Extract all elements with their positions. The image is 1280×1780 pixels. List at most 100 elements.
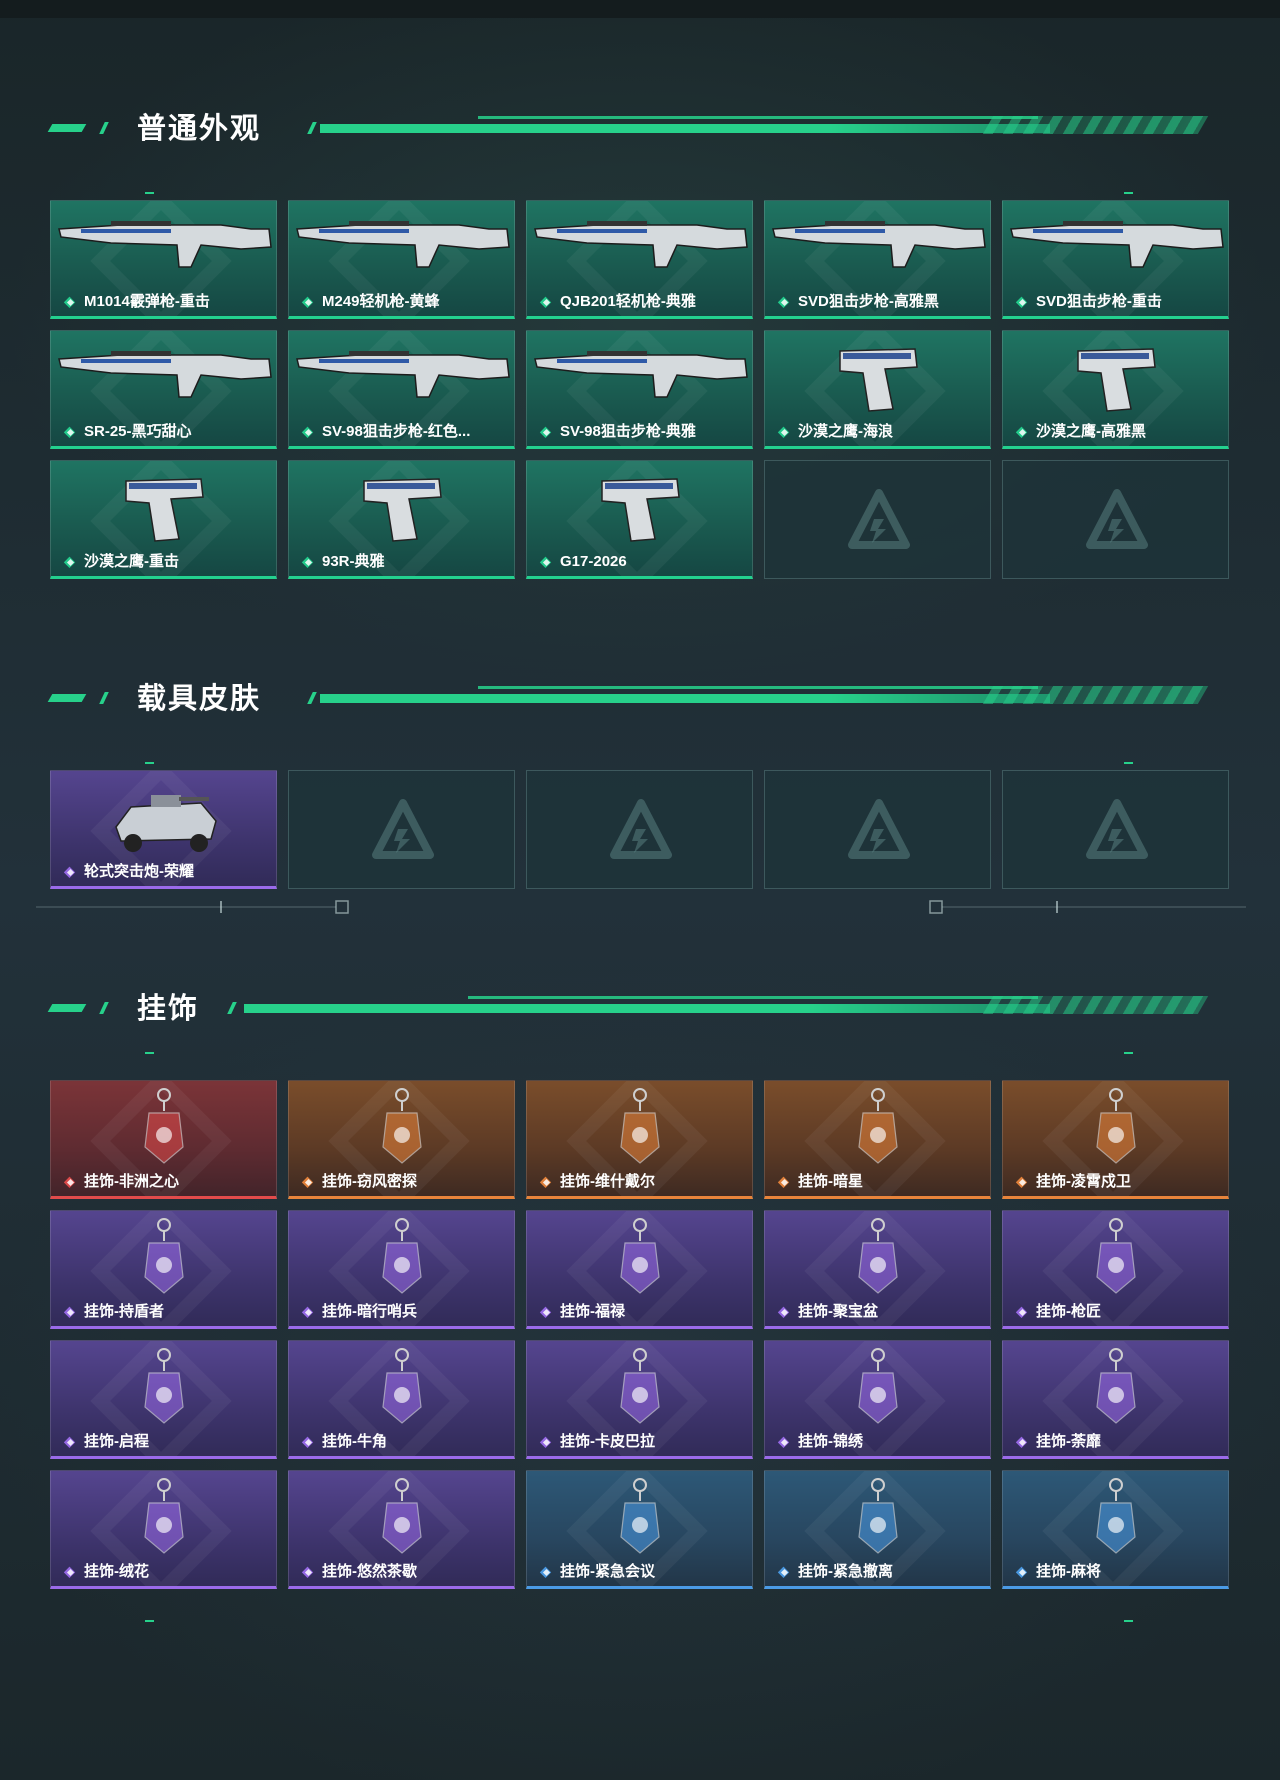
rarity-diamond-icon bbox=[539, 1173, 557, 1191]
item-card[interactable]: 沙漠之鹰-高雅黑 bbox=[1002, 330, 1229, 449]
item-card[interactable]: 挂饰-悠然茶歇 bbox=[288, 1470, 515, 1589]
section-title: 挂饰 bbox=[137, 993, 200, 1025]
item-label: SR-25-黑巧甜心 bbox=[63, 423, 192, 441]
header-slash bbox=[307, 122, 317, 134]
rarity-diamond-icon bbox=[777, 1173, 795, 1191]
item-label: 挂饰-维什戴尔 bbox=[539, 1173, 655, 1191]
item-name: 挂饰-绒花 bbox=[84, 1563, 149, 1580]
rarity-diamond-icon bbox=[63, 1303, 81, 1321]
item-label: 挂饰-悠然茶歇 bbox=[301, 1563, 417, 1581]
item-label: 挂饰-牛角 bbox=[301, 1433, 387, 1451]
item-name: M249轻机枪-黄蜂 bbox=[322, 293, 440, 310]
empty-slot bbox=[1002, 770, 1229, 889]
item-label: 挂饰-凌霄戍卫 bbox=[1015, 1173, 1131, 1191]
item-name: 挂饰-聚宝盆 bbox=[798, 1303, 878, 1320]
item-label: 挂饰-绒花 bbox=[63, 1563, 149, 1581]
item-card[interactable]: QJB201轻机枪-典雅 bbox=[526, 200, 753, 319]
header-line bbox=[244, 1004, 1050, 1013]
item-label: 挂饰-枪匠 bbox=[1015, 1303, 1101, 1321]
item-name: 挂饰-荼靡 bbox=[1036, 1433, 1101, 1450]
item-card[interactable]: 挂饰-福禄 bbox=[526, 1210, 753, 1329]
item-name: SV-98狙击步枪-典雅 bbox=[560, 423, 696, 440]
header-checker-pattern bbox=[982, 996, 1209, 1014]
item-name: QJB201轻机枪-典雅 bbox=[560, 293, 696, 310]
empty-slot bbox=[526, 770, 753, 889]
item-name: 挂饰-维什戴尔 bbox=[560, 1173, 655, 1190]
item-label: 挂饰-紧急撤离 bbox=[777, 1563, 893, 1581]
item-card[interactable]: 挂饰-牛角 bbox=[288, 1340, 515, 1459]
item-label: 挂饰-紧急会议 bbox=[539, 1563, 655, 1581]
item-label: G17-2026 bbox=[539, 553, 627, 571]
item-name: 沙漠之鹰-高雅黑 bbox=[1036, 423, 1146, 440]
item-label: SV-98狙击步枪-红色... bbox=[301, 423, 470, 441]
item-name: SVD狙击步枪-重击 bbox=[1036, 293, 1162, 310]
item-card[interactable]: SR-25-黑巧甜心 bbox=[50, 330, 277, 449]
rarity-diamond-icon bbox=[777, 1563, 795, 1581]
item-card[interactable]: 挂饰-枪匠 bbox=[1002, 1210, 1229, 1329]
rarity-diamond-icon bbox=[63, 1563, 81, 1581]
item-card[interactable]: 挂饰-启程 bbox=[50, 1340, 277, 1459]
item-name: SVD狙击步枪-高雅黑 bbox=[798, 293, 939, 310]
item-card[interactable]: 挂饰-维什戴尔 bbox=[526, 1080, 753, 1199]
header-dash bbox=[47, 124, 87, 132]
item-card[interactable]: 挂饰-麻将 bbox=[1002, 1470, 1229, 1589]
item-card[interactable]: 挂饰-暗星 bbox=[764, 1080, 991, 1199]
rarity-diamond-icon bbox=[301, 1433, 319, 1451]
top-strip bbox=[0, 0, 1280, 18]
placeholder-logo-icon bbox=[848, 489, 910, 549]
item-card[interactable]: 挂饰-暗行哨兵 bbox=[288, 1210, 515, 1329]
item-name: SR-25-黑巧甜心 bbox=[84, 423, 192, 440]
item-card[interactable]: M1014霰弹枪-重击 bbox=[50, 200, 277, 319]
item-card[interactable]: SVD狙击步枪-重击 bbox=[1002, 200, 1229, 319]
item-card[interactable]: 挂饰-卡皮巴拉 bbox=[526, 1340, 753, 1459]
item-label: 沙漠之鹰-重击 bbox=[63, 553, 179, 571]
item-name: 挂饰-紧急会议 bbox=[560, 1563, 655, 1580]
item-label: SVD狙击步枪-重击 bbox=[1015, 293, 1162, 311]
item-card[interactable]: SV-98狙击步枪-红色... bbox=[288, 330, 515, 449]
item-name: 沙漠之鹰-海浪 bbox=[798, 423, 893, 440]
deco-tick bbox=[1124, 192, 1133, 194]
item-card[interactable]: 93R-典雅 bbox=[288, 460, 515, 579]
header-thin-line bbox=[478, 116, 1038, 119]
rarity-diamond-icon bbox=[1015, 1563, 1033, 1581]
item-label: 轮式突击炮-荣耀 bbox=[63, 863, 194, 881]
item-card[interactable]: G17-2026 bbox=[526, 460, 753, 579]
item-label: QJB201轻机枪-典雅 bbox=[539, 293, 696, 311]
section-header-charms: 挂饰 bbox=[47, 990, 1209, 1030]
item-card[interactable]: 挂饰-持盾者 bbox=[50, 1210, 277, 1329]
item-card[interactable]: 挂饰-绒花 bbox=[50, 1470, 277, 1589]
empty-slot bbox=[288, 770, 515, 889]
rarity-diamond-icon bbox=[301, 423, 319, 441]
rarity-diamond-icon bbox=[63, 1433, 81, 1451]
placeholder-logo-icon bbox=[848, 799, 910, 859]
rarity-diamond-icon bbox=[1015, 1303, 1033, 1321]
item-card[interactable]: 挂饰-非洲之心 bbox=[50, 1080, 277, 1199]
rarity-diamond-icon bbox=[63, 863, 81, 881]
item-label: 挂饰-卡皮巴拉 bbox=[539, 1433, 655, 1451]
item-label: M1014霰弹枪-重击 bbox=[63, 293, 210, 311]
item-card[interactable]: SV-98狙击步枪-典雅 bbox=[526, 330, 753, 449]
item-card[interactable]: 挂饰-锦绣 bbox=[764, 1340, 991, 1459]
item-card[interactable]: 沙漠之鹰-重击 bbox=[50, 460, 277, 579]
item-card[interactable]: 挂饰-凌霄戍卫 bbox=[1002, 1080, 1229, 1199]
item-label: 93R-典雅 bbox=[301, 553, 385, 571]
rarity-diamond-icon bbox=[63, 293, 81, 311]
item-card[interactable]: 挂饰-紧急撤离 bbox=[764, 1470, 991, 1589]
rarity-diamond-icon bbox=[63, 553, 81, 571]
rarity-diamond-icon bbox=[539, 1563, 557, 1581]
item-card[interactable]: 挂饰-窃风密探 bbox=[288, 1080, 515, 1199]
item-label: 挂饰-荼靡 bbox=[1015, 1433, 1101, 1451]
item-card[interactable]: 轮式突击炮-荣耀 bbox=[50, 770, 277, 889]
rarity-diamond-icon bbox=[63, 1173, 81, 1191]
item-card[interactable]: 挂饰-聚宝盆 bbox=[764, 1210, 991, 1329]
rarity-diamond-icon bbox=[539, 1303, 557, 1321]
item-label: SV-98狙击步枪-典雅 bbox=[539, 423, 696, 441]
item-card[interactable]: SVD狙击步枪-高雅黑 bbox=[764, 200, 991, 319]
rarity-diamond-icon bbox=[539, 553, 557, 571]
item-label: 挂饰-持盾者 bbox=[63, 1303, 164, 1321]
item-card[interactable]: 沙漠之鹰-海浪 bbox=[764, 330, 991, 449]
item-card[interactable]: 挂饰-荼靡 bbox=[1002, 1340, 1229, 1459]
rarity-diamond-icon bbox=[777, 293, 795, 311]
item-card[interactable]: 挂饰-紧急会议 bbox=[526, 1470, 753, 1589]
item-card[interactable]: M249轻机枪-黄蜂 bbox=[288, 200, 515, 319]
